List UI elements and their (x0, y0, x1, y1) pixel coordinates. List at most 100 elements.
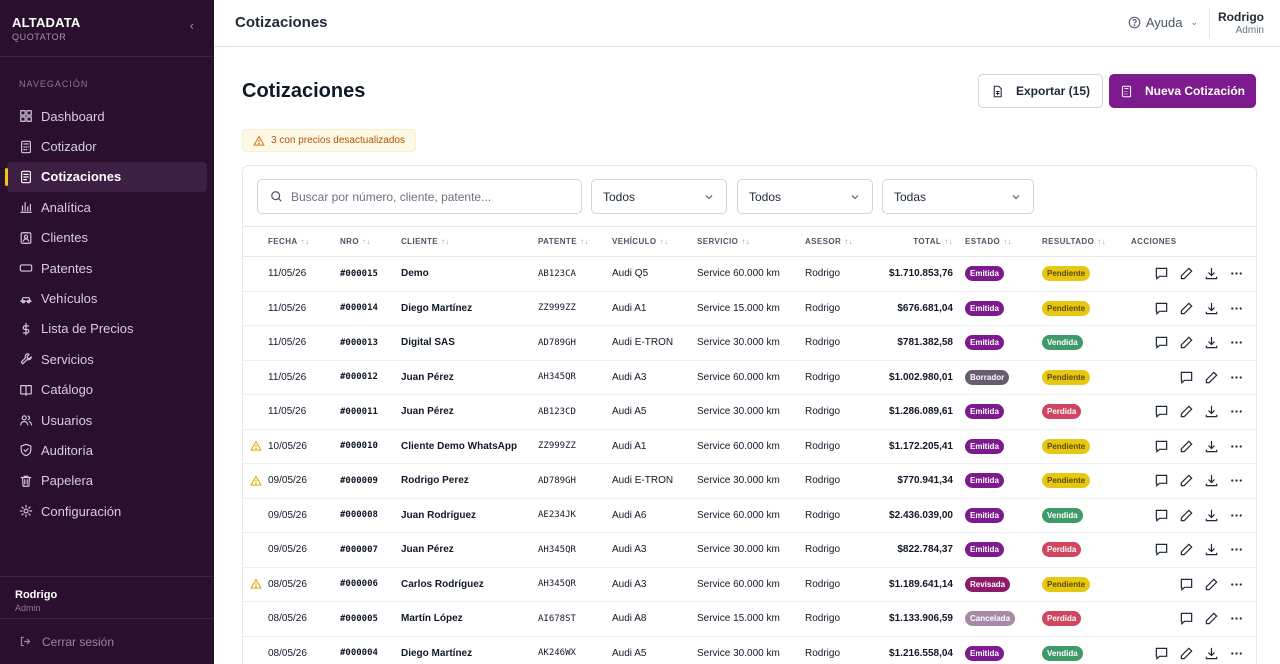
column-header-fecha[interactable]: FECHA ↑↓ (268, 227, 340, 257)
sidebar-item-configuracion[interactable]: Configuración (7, 496, 207, 526)
sidebar-item-catalogo[interactable]: Catálogo (7, 375, 207, 405)
more-options-icon[interactable] (1229, 439, 1244, 454)
more-options-icon[interactable] (1229, 542, 1244, 557)
more-options-icon[interactable] (1229, 473, 1244, 488)
sidebar-item-cotizaciones[interactable]: Cotizaciones (5, 161, 207, 193)
comment-icon[interactable] (1154, 335, 1169, 350)
sidebar-item-servicios[interactable]: Servicios (7, 344, 207, 374)
edit-pencil-icon[interactable] (1179, 646, 1194, 661)
outdated-prices-warning[interactable]: 3 con precios desactualizados (242, 129, 416, 152)
sort-icon: ↑↓ (741, 237, 751, 246)
more-options-icon[interactable] (1229, 611, 1244, 626)
edit-pencil-icon[interactable] (1179, 542, 1194, 557)
book-icon (19, 383, 33, 397)
topbar-user[interactable]: Rodrigo Admin (1218, 10, 1264, 36)
comment-icon[interactable] (1154, 542, 1169, 557)
download-icon[interactable] (1204, 266, 1219, 281)
column-header-label: PATENTE (538, 237, 577, 246)
sidebar-item-clientes[interactable]: Clientes (7, 223, 207, 253)
comment-icon[interactable] (1154, 266, 1169, 281)
column-header-asesor[interactable]: ASESOR ↑↓ (805, 227, 867, 257)
table-row[interactable]: 11/05/26 #000011 Juan Pérez AB123CD Audi A5 S… (243, 395, 1256, 429)
download-icon[interactable] (1204, 646, 1219, 661)
table-row[interactable]: 11/05/26 #000015 Demo AB123CA Audi Q5 Service… (243, 257, 1256, 291)
edit-pencil-icon[interactable] (1179, 404, 1194, 419)
comment-icon[interactable] (1179, 577, 1194, 592)
table-row[interactable]: 11/05/26 #000014 Diego Martínez ZZ999ZZ Audi… (243, 291, 1256, 326)
download-icon[interactable] (1204, 404, 1219, 419)
comment-icon[interactable] (1154, 646, 1169, 661)
comment-icon[interactable] (1154, 473, 1169, 488)
edit-pencil-icon[interactable] (1204, 370, 1219, 385)
more-options-icon[interactable] (1229, 404, 1244, 419)
comment-icon[interactable] (1179, 370, 1194, 385)
table-row[interactable]: 08/05/26 #000006 Carlos Rodríguez AH345QR Au… (243, 567, 1256, 602)
column-header-vehiculo[interactable]: VEHÍCULO ↑↓ (612, 227, 697, 257)
table-row[interactable]: 09/05/26 #000008 Juan Rodríguez AE234JK Audi… (243, 498, 1256, 533)
date-filter-select[interactable]: Todas (882, 179, 1034, 214)
more-options-icon[interactable] (1229, 370, 1244, 385)
more-options-icon[interactable] (1229, 577, 1244, 592)
column-header-estado[interactable]: ESTADO ↑↓ (965, 227, 1042, 257)
table-row[interactable]: 08/05/26 #000004 Diego Martínez AK246WX Audi… (243, 636, 1256, 664)
table-row[interactable]: 09/05/26 #000007 Juan Pérez AH345QR Audi A3 S… (243, 533, 1256, 567)
new-quote-button[interactable]: Nueva Cotización (1109, 74, 1256, 108)
quotes-card: Todos Todos Todas FECHA↑↓ NRO↑↓ CLIENTE↑… (242, 165, 1257, 664)
download-icon[interactable] (1204, 439, 1219, 454)
edit-pencil-icon[interactable] (1179, 266, 1194, 281)
download-icon[interactable] (1204, 542, 1219, 557)
column-header-resultado[interactable]: RESULTADO ↑↓ (1042, 227, 1131, 257)
table-row[interactable]: 11/05/26 #000013 Digital SAS AD789GH Audi E-… (243, 326, 1256, 360)
logout-button[interactable]: Cerrar sesión (0, 618, 214, 664)
help-dropdown[interactable]: Ayuda ⌄ (1128, 15, 1198, 30)
download-icon[interactable] (1204, 473, 1219, 488)
sidebar-item-vehiculos[interactable]: Vehículos (7, 283, 207, 313)
column-header-servicio[interactable]: SERVICIO ↑↓ (697, 227, 805, 257)
cell-estado: Emitida (965, 429, 1042, 464)
sidebar-item-usuarios[interactable]: Usuarios (7, 405, 207, 435)
more-options-icon[interactable] (1229, 301, 1244, 316)
column-header-cliente[interactable]: CLIENTE ↑↓ (401, 227, 538, 257)
edit-pencil-icon[interactable] (1179, 508, 1194, 523)
download-icon[interactable] (1204, 508, 1219, 523)
export-button[interactable]: Exportar (15) (978, 74, 1103, 108)
sidebar-item-patentes[interactable]: Patentes (7, 253, 207, 283)
sidebar-item-dashboard[interactable]: Dashboard (7, 101, 207, 131)
download-icon[interactable] (1204, 335, 1219, 350)
comment-icon[interactable] (1154, 301, 1169, 316)
comment-icon[interactable] (1179, 611, 1194, 626)
sidebar-item-auditoria[interactable]: Auditoría (7, 435, 207, 465)
comment-icon[interactable] (1154, 404, 1169, 419)
edit-pencil-icon[interactable] (1179, 439, 1194, 454)
more-options-icon[interactable] (1229, 646, 1244, 661)
edit-pencil-icon[interactable] (1179, 473, 1194, 488)
edit-pencil-icon[interactable] (1179, 335, 1194, 350)
table-row[interactable]: 11/05/26 #000012 Juan Pérez AH345QR Audi A3 S… (243, 360, 1256, 395)
table-row[interactable]: 09/05/26 #000009 Rodrigo Perez AD789GH Audi … (243, 464, 1256, 498)
sidebar-item-lista-de-precios[interactable]: Lista de Precios (7, 314, 207, 344)
comment-icon[interactable] (1154, 508, 1169, 523)
sidebar-item-analitica[interactable]: Analítica (7, 192, 207, 222)
more-options-icon[interactable] (1229, 508, 1244, 523)
sidebar-item-papelera[interactable]: Papelera (7, 466, 207, 496)
cell-cliente: Carlos Rodríguez (401, 578, 484, 590)
more-options-icon[interactable] (1229, 266, 1244, 281)
more-options-icon[interactable] (1229, 335, 1244, 350)
status-filter-select[interactable]: Todos (591, 179, 727, 214)
download-icon[interactable] (1204, 301, 1219, 316)
sidebar-item-cotizador[interactable]: Cotizador (7, 131, 207, 161)
edit-pencil-icon[interactable] (1204, 611, 1219, 626)
table-row[interactable]: 08/05/26 #000005 Martín López AI678ST Audi A… (243, 602, 1256, 636)
table-row[interactable]: 10/05/26 #000010 Cliente Demo WhatsApp ZZ99… (243, 429, 1256, 464)
column-header-patente[interactable]: PATENTE ↑↓ (538, 227, 612, 257)
edit-pencil-icon[interactable] (1204, 577, 1219, 592)
column-header-total[interactable]: TOTAL ↑↓ (867, 227, 965, 257)
collapse-sidebar-icon[interactable]: ‹ (190, 18, 194, 33)
column-header-nro[interactable]: NRO ↑↓ (340, 227, 401, 257)
result-filter-select[interactable]: Todos (737, 179, 873, 214)
status-badge: Cancelada (965, 611, 1016, 627)
search-box[interactable] (257, 179, 582, 214)
search-input[interactable] (291, 189, 571, 204)
edit-pencil-icon[interactable] (1179, 301, 1194, 316)
comment-icon[interactable] (1154, 439, 1169, 454)
